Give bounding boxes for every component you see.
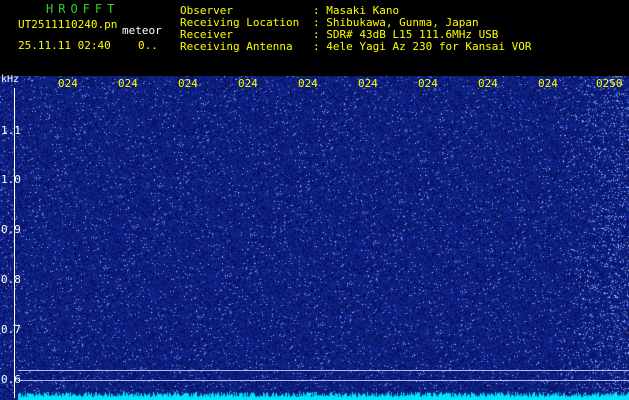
header-panel: HROFFT UT2511110240.pn meteor 25.11.11 0… [0, 0, 629, 76]
y-tick-label: 0.8 [1, 273, 21, 286]
x-tick-label: 024 [418, 77, 438, 90]
x-tick-label: 024 [358, 77, 378, 90]
y-tick-label: 1.1 [1, 124, 21, 137]
reference-line [18, 370, 629, 371]
x-tick-label: 024 [238, 77, 258, 90]
meteor-label: meteor [122, 24, 162, 37]
y-tick-label: 0.9 [1, 223, 21, 236]
x-tick-label: 024 [118, 77, 138, 90]
x-tick-label: 024 [298, 77, 318, 90]
antenna-value: : 4ele Yagi Az 230 for Kansai VOR [313, 40, 532, 53]
x-tick-label: 024 [58, 77, 78, 90]
antenna-label: Receiving Antenna [180, 40, 293, 53]
reference-line [18, 380, 629, 381]
x-tick-label: 0250 [596, 77, 623, 90]
x-tick-label: 024 [178, 77, 198, 90]
y-tick-label: 0.7 [1, 323, 21, 336]
meteor-count: 0.. [138, 39, 158, 52]
x-tick-label: 024 [478, 77, 498, 90]
datetime: 25.11.11 02:40 [18, 39, 111, 52]
app-title: HROFFT [46, 2, 120, 16]
y-tick-label: 1.0 [1, 173, 21, 186]
x-tick-label: 024 [538, 77, 558, 90]
spectrogram-waterfall [0, 76, 629, 400]
file-name: UT2511110240.pn [18, 18, 118, 31]
y-axis-unit: kHz [1, 74, 20, 85]
